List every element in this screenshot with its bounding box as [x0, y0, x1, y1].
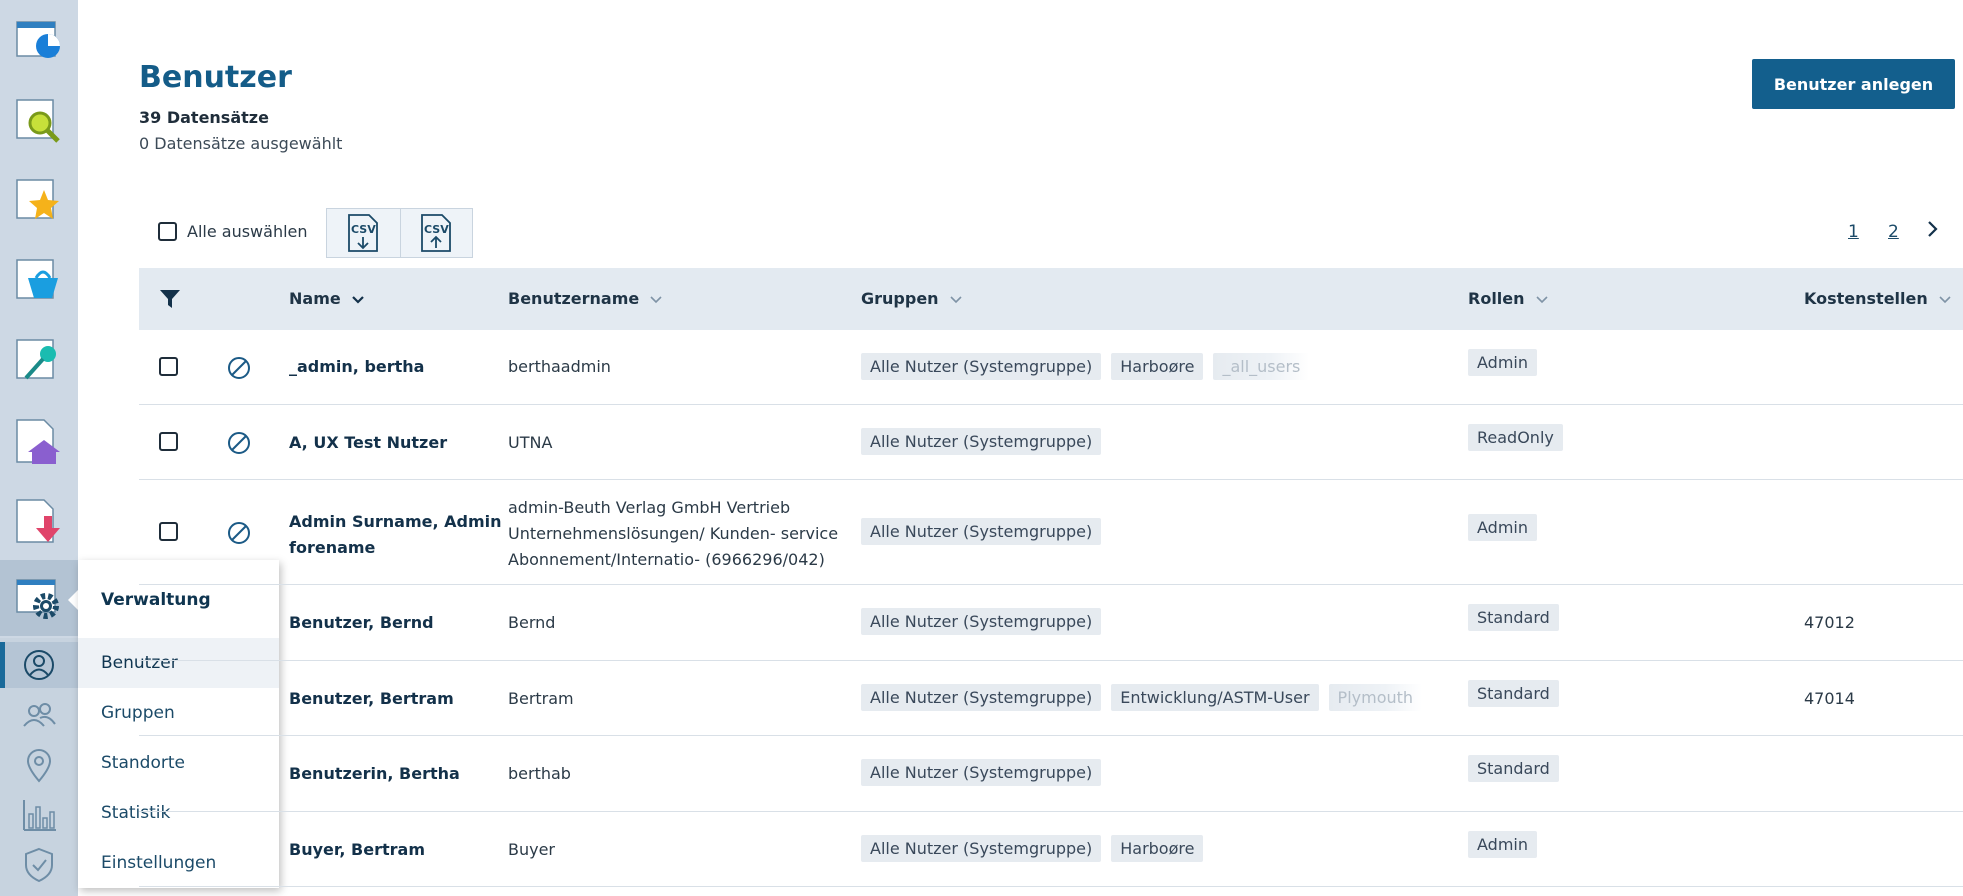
- table-row[interactable]: Benutzer, Bernd Bernd Alle Nutzer (Syste…: [139, 585, 1963, 661]
- dashboard-icon[interactable]: [14, 16, 64, 66]
- cart-icon[interactable]: [14, 256, 64, 306]
- user-username: berthab: [508, 764, 571, 783]
- csv-export-icon: CSV: [348, 214, 379, 252]
- user-groups: Alle Nutzer (Systemgruppe): [861, 759, 1102, 786]
- column-header-groups[interactable]: Gruppen: [861, 268, 963, 330]
- user-role: Admin: [1468, 349, 1537, 376]
- user-role: Admin: [1468, 514, 1537, 541]
- create-user-button[interactable]: Benutzer anlegen: [1752, 59, 1955, 109]
- group-tag: Alle Nutzer (Systemgruppe): [861, 608, 1102, 635]
- filter-icon[interactable]: [159, 288, 181, 310]
- column-header-name[interactable]: Name: [289, 268, 365, 330]
- group-tag: Entwicklung/ASTM-User: [1111, 684, 1319, 711]
- user-username: admin-Beuth Verlag GmbH Vertrieb Unterne…: [508, 498, 839, 569]
- chevron-down-icon: [351, 269, 365, 331]
- table-row[interactable]: Admin Surname, Admin forename admin-Beut…: [139, 480, 1963, 585]
- row-checkbox[interactable]: [159, 522, 178, 541]
- user-name[interactable]: Benutzerin, Bertha: [289, 764, 460, 783]
- user-icon[interactable]: [18, 644, 60, 686]
- group-tag: Alle Nutzer (Systemgruppe): [861, 353, 1102, 380]
- user-username: Buyer: [508, 840, 556, 859]
- user-name[interactable]: Benutzer, Bertram: [289, 689, 454, 708]
- user-groups: Alle Nutzer (Systemgruppe): [861, 518, 1102, 545]
- group-tag: _all_users: [1213, 353, 1310, 380]
- page-link-2[interactable]: 2: [1888, 222, 1899, 242]
- csv-export-button[interactable]: CSV: [327, 209, 400, 257]
- chevron-down-icon: [1938, 269, 1952, 331]
- group-tag: Alle Nutzer (Systemgruppe): [861, 684, 1102, 711]
- row-checkbox[interactable]: [159, 357, 178, 376]
- user-name[interactable]: Benutzer, Bernd: [289, 613, 434, 632]
- selected-count: 0 Datensätze ausgewählt: [139, 134, 343, 153]
- user-name[interactable]: _admin, bertha: [289, 357, 424, 376]
- chevron-down-icon: [1535, 269, 1549, 331]
- select-all[interactable]: Alle auswählen: [158, 222, 308, 241]
- user-role: ReadOnly: [1468, 424, 1563, 451]
- page-link-1[interactable]: 1: [1848, 222, 1859, 242]
- user-role: Admin: [1468, 831, 1537, 858]
- user-groups: Alle Nutzer (Systemgruppe) Harboøre: [861, 835, 1204, 862]
- user-name[interactable]: Buyer, Bertram: [289, 840, 425, 859]
- user-cost-center: 47012: [1804, 613, 1855, 632]
- user-username: Bertram: [508, 689, 574, 708]
- user-username: Bernd: [508, 613, 556, 632]
- key-icon[interactable]: [14, 336, 64, 386]
- column-header-username[interactable]: Benutzername: [508, 268, 663, 330]
- column-header-cost-centers[interactable]: Kostenstellen: [1804, 268, 1952, 330]
- group-tag: Harboøre: [1111, 835, 1204, 862]
- csv-import-button[interactable]: CSV: [399, 209, 473, 257]
- group-tag: Alle Nutzer (Systemgruppe): [861, 428, 1102, 455]
- user-groups: Alle Nutzer (Systemgruppe) Harboøre _all…: [861, 353, 1310, 380]
- location-icon[interactable]: [18, 744, 60, 786]
- table-row[interactable]: Buyer, Bertram Buyer Alle Nutzer (System…: [139, 812, 1963, 887]
- next-page-icon[interactable]: [1926, 218, 1940, 245]
- shield-icon[interactable]: [18, 844, 60, 886]
- group-tag: Alle Nutzer (Systemgruppe): [861, 759, 1102, 786]
- user-name[interactable]: Admin Surname, Admin forename: [289, 509, 502, 561]
- download-icon[interactable]: [14, 496, 64, 546]
- chevron-down-icon: [649, 269, 663, 331]
- table-row[interactable]: Benutzerin, Bertha berthab Alle Nutzer (…: [139, 736, 1963, 812]
- user-username: berthaadmin: [508, 357, 611, 376]
- chevron-down-icon: [949, 269, 963, 331]
- group-tag: Harboøre: [1111, 353, 1204, 380]
- home-icon[interactable]: [14, 416, 64, 466]
- user-groups: Alle Nutzer (Systemgruppe): [861, 608, 1102, 635]
- user-role: Standard: [1468, 680, 1559, 707]
- svg-text:CSV: CSV: [351, 223, 376, 236]
- csv-button-group: CSV CSV: [326, 208, 473, 258]
- page-title: Benutzer: [139, 60, 292, 95]
- table-row[interactable]: Benutzer, Bertram Bertram Alle Nutzer (S…: [139, 661, 1963, 736]
- user-role: Standard: [1468, 755, 1559, 782]
- settings-icon[interactable]: [14, 574, 64, 624]
- chart-icon[interactable]: [18, 794, 60, 836]
- row-checkbox[interactable]: [159, 432, 178, 451]
- table-row[interactable]: _admin, bertha berthaadmin Alle Nutzer (…: [139, 330, 1963, 405]
- blocked-icon: [228, 357, 250, 379]
- table-row[interactable]: A, UX Test Nutzer UTNA Alle Nutzer (Syst…: [139, 405, 1963, 480]
- blocked-icon: [228, 432, 250, 454]
- svg-text:CSV: CSV: [424, 223, 449, 236]
- record-count: 39 Datensätze: [139, 108, 269, 127]
- user-role: Standard: [1468, 604, 1559, 631]
- users-icon[interactable]: [18, 694, 60, 736]
- sidebar: [0, 0, 78, 896]
- user-groups: Alle Nutzer (Systemgruppe) Entwicklung/A…: [861, 684, 1423, 711]
- blocked-icon: [228, 522, 250, 544]
- search-icon[interactable]: [14, 96, 64, 146]
- group-tag: Alle Nutzer (Systemgruppe): [861, 518, 1102, 545]
- user-name[interactable]: A, UX Test Nutzer: [289, 433, 447, 452]
- group-tag: Alle Nutzer (Systemgruppe): [861, 835, 1102, 862]
- table-header: Name Benutzername Gruppen Rollen Kostens…: [139, 268, 1963, 330]
- csv-import-icon: CSV: [421, 214, 452, 252]
- favorites-icon[interactable]: [14, 176, 64, 226]
- group-tag: Plymouth: [1328, 684, 1423, 711]
- user-username: UTNA: [508, 433, 553, 452]
- column-header-roles[interactable]: Rollen: [1468, 268, 1549, 330]
- select-all-label: Alle auswählen: [187, 222, 308, 241]
- select-all-checkbox[interactable]: [158, 222, 177, 241]
- user-cost-center: 47014: [1804, 689, 1855, 708]
- user-groups: Alle Nutzer (Systemgruppe): [861, 428, 1102, 455]
